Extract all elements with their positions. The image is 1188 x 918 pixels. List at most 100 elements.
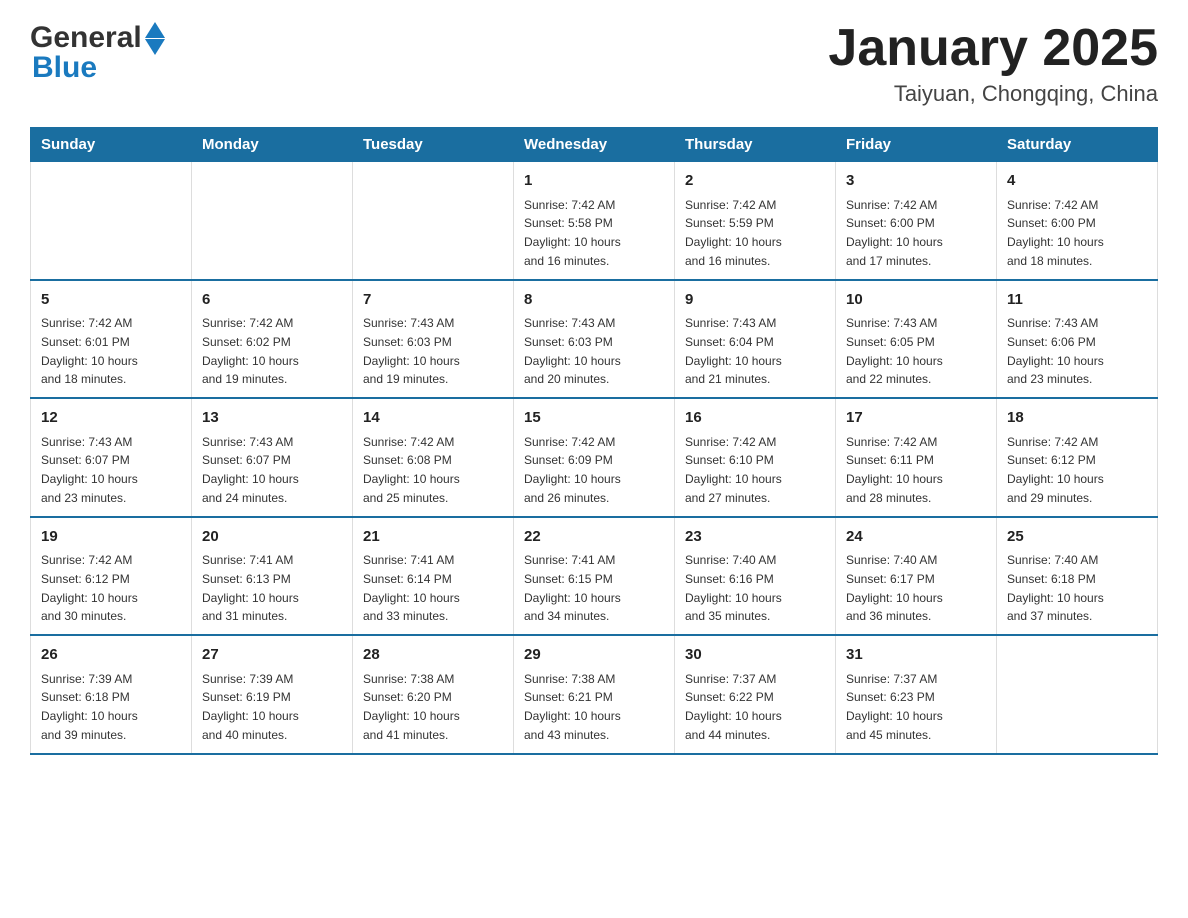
logo: General Blue bbox=[30, 20, 165, 85]
calendar-cell: 17Sunrise: 7:42 AM Sunset: 6:11 PM Dayli… bbox=[836, 398, 997, 517]
day-info: Sunrise: 7:42 AM Sunset: 6:00 PM Dayligh… bbox=[846, 198, 943, 268]
calendar-cell: 6Sunrise: 7:42 AM Sunset: 6:02 PM Daylig… bbox=[192, 280, 353, 399]
calendar-cell: 14 Sunrise: 7:42 AM Sunset: 6:08 PM Dayli… bbox=[353, 398, 514, 517]
day-info: Sunrise: 7:39 AM Sunset: 6:18 PM Dayligh… bbox=[41, 672, 138, 742]
calendar-week-row: 5 Sunrise: 7:42 AM Sunset: 6:01 PM Daylig… bbox=[31, 280, 1158, 399]
day-number: 11 bbox=[1007, 289, 1147, 312]
day-info: Sunrise: 7:42 AM Sunset: 6:12 PM Dayligh… bbox=[1007, 435, 1104, 505]
day-info: Sunrise: 7:42 AM Sunset: 5:59 PM Dayligh… bbox=[685, 198, 782, 268]
day-number: 22 bbox=[524, 526, 664, 549]
day-info: Sunrise: 7:43 AM Sunset: 6:03 PM Dayligh… bbox=[524, 316, 621, 386]
day-number: 8 bbox=[524, 289, 664, 312]
calendar-cell: 20 Sunrise: 7:41 AM Sunset: 6:13 PM Dayli… bbox=[192, 517, 353, 636]
weekday-header-friday: Friday bbox=[836, 128, 997, 162]
day-info: Sunrise: 7:38 AM Sunset: 6:20 PM Dayligh… bbox=[363, 672, 460, 742]
day-number: 15 bbox=[524, 407, 664, 430]
day-number: 28 bbox=[363, 644, 503, 667]
calendar-cell: 5 Sunrise: 7:42 AM Sunset: 6:01 PM Daylig… bbox=[31, 280, 192, 399]
day-number: 27 bbox=[202, 644, 342, 667]
day-number: 2 bbox=[685, 170, 825, 193]
calendar-cell: 2 Sunrise: 7:42 AM Sunset: 5:59 PM Daylig… bbox=[675, 162, 836, 280]
day-info: Sunrise: 7:43 AM Sunset: 6:07 PM Dayligh… bbox=[41, 435, 138, 505]
day-number: 29 bbox=[524, 644, 664, 667]
calendar-cell: 28 Sunrise: 7:38 AM Sunset: 6:20 PM Dayli… bbox=[353, 635, 514, 754]
day-info: Sunrise: 7:41 AM Sunset: 6:15 PM Dayligh… bbox=[524, 553, 621, 623]
calendar-cell: 31Sunrise: 7:37 AM Sunset: 6:23 PM Dayli… bbox=[836, 635, 997, 754]
day-info: Sunrise: 7:42 AM Sunset: 6:02 PM Dayligh… bbox=[202, 316, 299, 386]
calendar-cell bbox=[353, 162, 514, 280]
calendar-cell: 25Sunrise: 7:40 AM Sunset: 6:18 PM Dayli… bbox=[997, 517, 1158, 636]
calendar-cell: 13 Sunrise: 7:43 AM Sunset: 6:07 PM Dayli… bbox=[192, 398, 353, 517]
day-info: Sunrise: 7:38 AM Sunset: 6:21 PM Dayligh… bbox=[524, 672, 621, 742]
logo-triangle-up-icon bbox=[145, 22, 165, 38]
day-info: Sunrise: 7:42 AM Sunset: 6:10 PM Dayligh… bbox=[685, 435, 782, 505]
calendar-week-row: 1Sunrise: 7:42 AM Sunset: 5:58 PM Daylig… bbox=[31, 162, 1158, 280]
calendar-subtitle: Taiyuan, Chongqing, China bbox=[828, 81, 1158, 107]
day-number: 13 bbox=[202, 407, 342, 430]
calendar-cell: 22 Sunrise: 7:41 AM Sunset: 6:15 PM Dayli… bbox=[514, 517, 675, 636]
day-number: 7 bbox=[363, 289, 503, 312]
day-info: Sunrise: 7:42 AM Sunset: 6:01 PM Dayligh… bbox=[41, 316, 138, 386]
calendar-cell: 8 Sunrise: 7:43 AM Sunset: 6:03 PM Daylig… bbox=[514, 280, 675, 399]
calendar-title-block: January 2025 Taiyuan, Chongqing, China bbox=[828, 20, 1158, 107]
calendar-week-row: 19Sunrise: 7:42 AM Sunset: 6:12 PM Dayli… bbox=[31, 517, 1158, 636]
calendar-cell: 26 Sunrise: 7:39 AM Sunset: 6:18 PM Dayli… bbox=[31, 635, 192, 754]
calendar-cell: 21Sunrise: 7:41 AM Sunset: 6:14 PM Dayli… bbox=[353, 517, 514, 636]
calendar-cell bbox=[31, 162, 192, 280]
day-info: Sunrise: 7:42 AM Sunset: 6:09 PM Dayligh… bbox=[524, 435, 621, 505]
weekday-header-thursday: Thursday bbox=[675, 128, 836, 162]
calendar-cell: 15 Sunrise: 7:42 AM Sunset: 6:09 PM Dayli… bbox=[514, 398, 675, 517]
logo-general-text: General bbox=[30, 21, 142, 55]
calendar-cell: 29 Sunrise: 7:38 AM Sunset: 6:21 PM Dayli… bbox=[514, 635, 675, 754]
day-info: Sunrise: 7:43 AM Sunset: 6:03 PM Dayligh… bbox=[363, 316, 460, 386]
day-info: Sunrise: 7:40 AM Sunset: 6:17 PM Dayligh… bbox=[846, 553, 943, 623]
weekday-header-monday: Monday bbox=[192, 128, 353, 162]
calendar-week-row: 26 Sunrise: 7:39 AM Sunset: 6:18 PM Dayli… bbox=[31, 635, 1158, 754]
day-info: Sunrise: 7:43 AM Sunset: 6:07 PM Dayligh… bbox=[202, 435, 299, 505]
calendar-cell: 16 Sunrise: 7:42 AM Sunset: 6:10 PM Dayli… bbox=[675, 398, 836, 517]
calendar-table: SundayMondayTuesdayWednesdayThursdayFrid… bbox=[30, 127, 1158, 755]
day-number: 23 bbox=[685, 526, 825, 549]
day-number: 5 bbox=[41, 289, 181, 312]
day-info: Sunrise: 7:42 AM Sunset: 6:00 PM Dayligh… bbox=[1007, 198, 1104, 268]
calendar-cell: 30 Sunrise: 7:37 AM Sunset: 6:22 PM Dayli… bbox=[675, 635, 836, 754]
weekday-header-saturday: Saturday bbox=[997, 128, 1158, 162]
page-header: General Blue January 2025 Taiyuan, Chong… bbox=[30, 20, 1158, 107]
day-number: 16 bbox=[685, 407, 825, 430]
day-number: 31 bbox=[846, 644, 986, 667]
calendar-cell: 7 Sunrise: 7:43 AM Sunset: 6:03 PM Daylig… bbox=[353, 280, 514, 399]
day-info: Sunrise: 7:41 AM Sunset: 6:14 PM Dayligh… bbox=[363, 553, 460, 623]
day-info: Sunrise: 7:42 AM Sunset: 5:58 PM Dayligh… bbox=[524, 198, 621, 268]
day-info: Sunrise: 7:39 AM Sunset: 6:19 PM Dayligh… bbox=[202, 672, 299, 742]
calendar-cell: 10 Sunrise: 7:43 AM Sunset: 6:05 PM Dayli… bbox=[836, 280, 997, 399]
weekday-header-row: SundayMondayTuesdayWednesdayThursdayFrid… bbox=[31, 128, 1158, 162]
day-number: 9 bbox=[685, 289, 825, 312]
calendar-cell: 11Sunrise: 7:43 AM Sunset: 6:06 PM Dayli… bbox=[997, 280, 1158, 399]
weekday-header-tuesday: Tuesday bbox=[353, 128, 514, 162]
day-info: Sunrise: 7:41 AM Sunset: 6:13 PM Dayligh… bbox=[202, 553, 299, 623]
calendar-cell: 19Sunrise: 7:42 AM Sunset: 6:12 PM Dayli… bbox=[31, 517, 192, 636]
day-number: 26 bbox=[41, 644, 181, 667]
day-info: Sunrise: 7:43 AM Sunset: 6:05 PM Dayligh… bbox=[846, 316, 943, 386]
calendar-cell: 27 Sunrise: 7:39 AM Sunset: 6:19 PM Dayli… bbox=[192, 635, 353, 754]
calendar-cell bbox=[997, 635, 1158, 754]
day-number: 25 bbox=[1007, 526, 1147, 549]
day-number: 20 bbox=[202, 526, 342, 549]
day-number: 14 bbox=[363, 407, 503, 430]
calendar-cell: 18 Sunrise: 7:42 AM Sunset: 6:12 PM Dayli… bbox=[997, 398, 1158, 517]
day-info: Sunrise: 7:40 AM Sunset: 6:16 PM Dayligh… bbox=[685, 553, 782, 623]
day-info: Sunrise: 7:43 AM Sunset: 6:04 PM Dayligh… bbox=[685, 316, 782, 386]
day-number: 18 bbox=[1007, 407, 1147, 430]
weekday-header-sunday: Sunday bbox=[31, 128, 192, 162]
day-number: 10 bbox=[846, 289, 986, 312]
day-number: 30 bbox=[685, 644, 825, 667]
day-info: Sunrise: 7:42 AM Sunset: 6:11 PM Dayligh… bbox=[846, 435, 943, 505]
day-info: Sunrise: 7:42 AM Sunset: 6:08 PM Dayligh… bbox=[363, 435, 460, 505]
day-number: 12 bbox=[41, 407, 181, 430]
weekday-header-wednesday: Wednesday bbox=[514, 128, 675, 162]
day-number: 19 bbox=[41, 526, 181, 549]
day-number: 24 bbox=[846, 526, 986, 549]
day-number: 4 bbox=[1007, 170, 1147, 193]
day-info: Sunrise: 7:37 AM Sunset: 6:22 PM Dayligh… bbox=[685, 672, 782, 742]
calendar-cell bbox=[192, 162, 353, 280]
